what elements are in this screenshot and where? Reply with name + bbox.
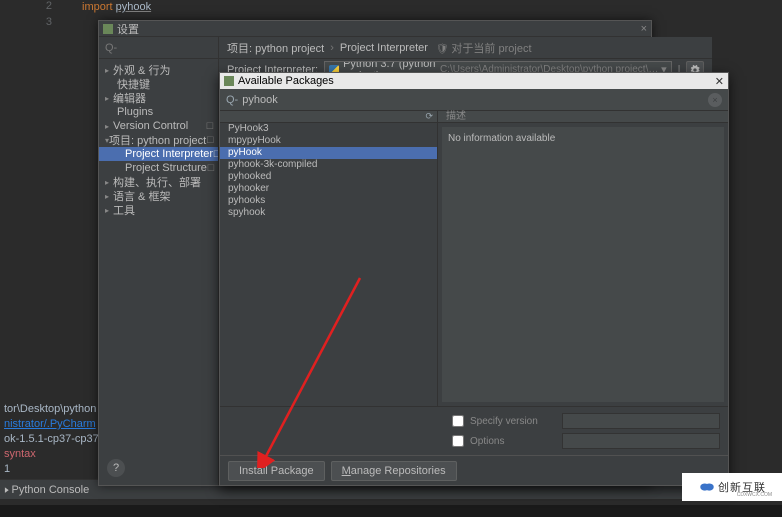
settings-sidebar: Q- ▸外观 & 行为 快捷键 ▸编辑器 Plugins ▸Version Co… [99, 37, 219, 485]
install-package-button[interactable]: Install Package [228, 461, 325, 481]
tree-lang[interactable]: ▸语言 & 框架 [99, 189, 218, 203]
packages-search-bar[interactable]: Q- × [220, 89, 728, 111]
settings-title: 设置 [117, 21, 139, 37]
keyword-import: import [82, 1, 113, 13]
line-number: 2 [30, 0, 60, 16]
chevron-icon: ▸ [5, 480, 9, 500]
tree-project-structure[interactable]: Project Structure☐ [99, 161, 218, 175]
tree-build[interactable]: ▸构建、执行、部署 [99, 175, 218, 189]
settings-search[interactable]: Q- [99, 37, 218, 59]
crumb-page: Project Interpreter [340, 42, 428, 54]
specify-version-checkbox[interactable] [452, 415, 464, 427]
available-packages-dialog: Available Packages ✕ Q- × ⟳ PyHook3mpypy… [219, 72, 729, 486]
app-icon [224, 76, 234, 86]
tree-project-interpreter[interactable]: Project Interpreter☐ [99, 147, 218, 161]
clear-search-icon[interactable]: × [708, 93, 722, 107]
package-row[interactable]: pyhook-3k-compiled [220, 159, 437, 171]
tree-vcs[interactable]: ▸Version Control☐ [99, 119, 218, 133]
tree-keymap[interactable]: 快捷键 [99, 77, 218, 91]
package-row[interactable]: pyhooks [220, 195, 437, 207]
description-header: 描述 [438, 111, 728, 123]
reload-icon[interactable]: ⟳ [425, 111, 433, 122]
line-number: 3 [30, 16, 60, 32]
package-row[interactable]: pyhooker [220, 183, 437, 195]
tree-plugins[interactable]: Plugins [99, 105, 218, 119]
code-line[interactable]: import pyhook [82, 1, 151, 13]
tree-project[interactable]: ▾项目: python project☐ [99, 133, 218, 147]
specify-version-label: Specify version [470, 416, 556, 427]
options-input[interactable] [562, 433, 720, 449]
manage-repositories-button[interactable]: Manage Repositories [331, 461, 457, 481]
package-row[interactable]: PyHook3 [220, 123, 437, 135]
tree-appearance[interactable]: ▸外观 & 行为 [99, 63, 218, 77]
specify-version-input[interactable] [562, 413, 720, 429]
editor-gutter: 2 3 [30, 0, 60, 32]
search-placeholder: Q- [105, 42, 117, 54]
crumb-scope: 🛡 对于当前 project [436, 40, 532, 56]
packages-title: Available Packages [238, 75, 334, 87]
crumb-project[interactable]: 项目: python project [227, 40, 324, 56]
os-taskbar [0, 505, 782, 517]
options-label: Options [470, 436, 556, 447]
settings-tree[interactable]: ▸外观 & 行为 快捷键 ▸编辑器 Plugins ▸Version Contr… [99, 59, 218, 451]
packages-list[interactable]: ⟳ PyHook3mpypyHookpyHookpyhook-3k-compil… [220, 111, 437, 406]
app-icon [103, 24, 113, 34]
options-row[interactable]: Options [452, 431, 720, 451]
module-name: pyhook [116, 1, 151, 13]
specify-version-row[interactable]: Specify version [452, 411, 720, 431]
chevron-right-icon: › [330, 42, 334, 54]
package-description-pane: 描述 No information available [438, 111, 728, 406]
packages-list-header: ⟳ [220, 111, 437, 123]
tree-editor[interactable]: ▸编辑器 [99, 91, 218, 105]
description-body: No information available [442, 127, 724, 402]
watermark-logo-icon [698, 478, 716, 496]
tree-tools[interactable]: ▸工具 [99, 203, 218, 217]
watermark-sub: CDXWCX.COM [737, 492, 772, 498]
install-options: Specify version Options [220, 407, 728, 455]
packages-search-input[interactable] [242, 94, 708, 106]
tab-label: Python Console [12, 484, 90, 496]
packages-list-pane: ⟳ PyHook3mpypyHookpyHookpyhook-3k-compil… [220, 111, 438, 406]
search-icon: Q- [226, 94, 238, 106]
packages-titlebar[interactable]: Available Packages ✕ [220, 73, 728, 89]
watermark: 创新互联 CDXWCX.COM [682, 473, 782, 501]
options-checkbox[interactable] [452, 435, 464, 447]
package-row[interactable]: pyhooked [220, 171, 437, 183]
close-icon[interactable]: × [641, 23, 647, 35]
packages-button-bar: Install Package Manage Repositories [220, 455, 728, 485]
close-icon[interactable]: ✕ [715, 75, 724, 88]
settings-titlebar[interactable]: 设置 × [99, 21, 651, 37]
package-row[interactable]: pyHook [220, 147, 437, 159]
help-button[interactable]: ? [107, 459, 125, 477]
package-row[interactable]: spyhook [220, 207, 437, 219]
package-row[interactable]: mpypyHook [220, 135, 437, 147]
breadcrumb: 项目: python project › Project Interpreter… [219, 37, 712, 59]
